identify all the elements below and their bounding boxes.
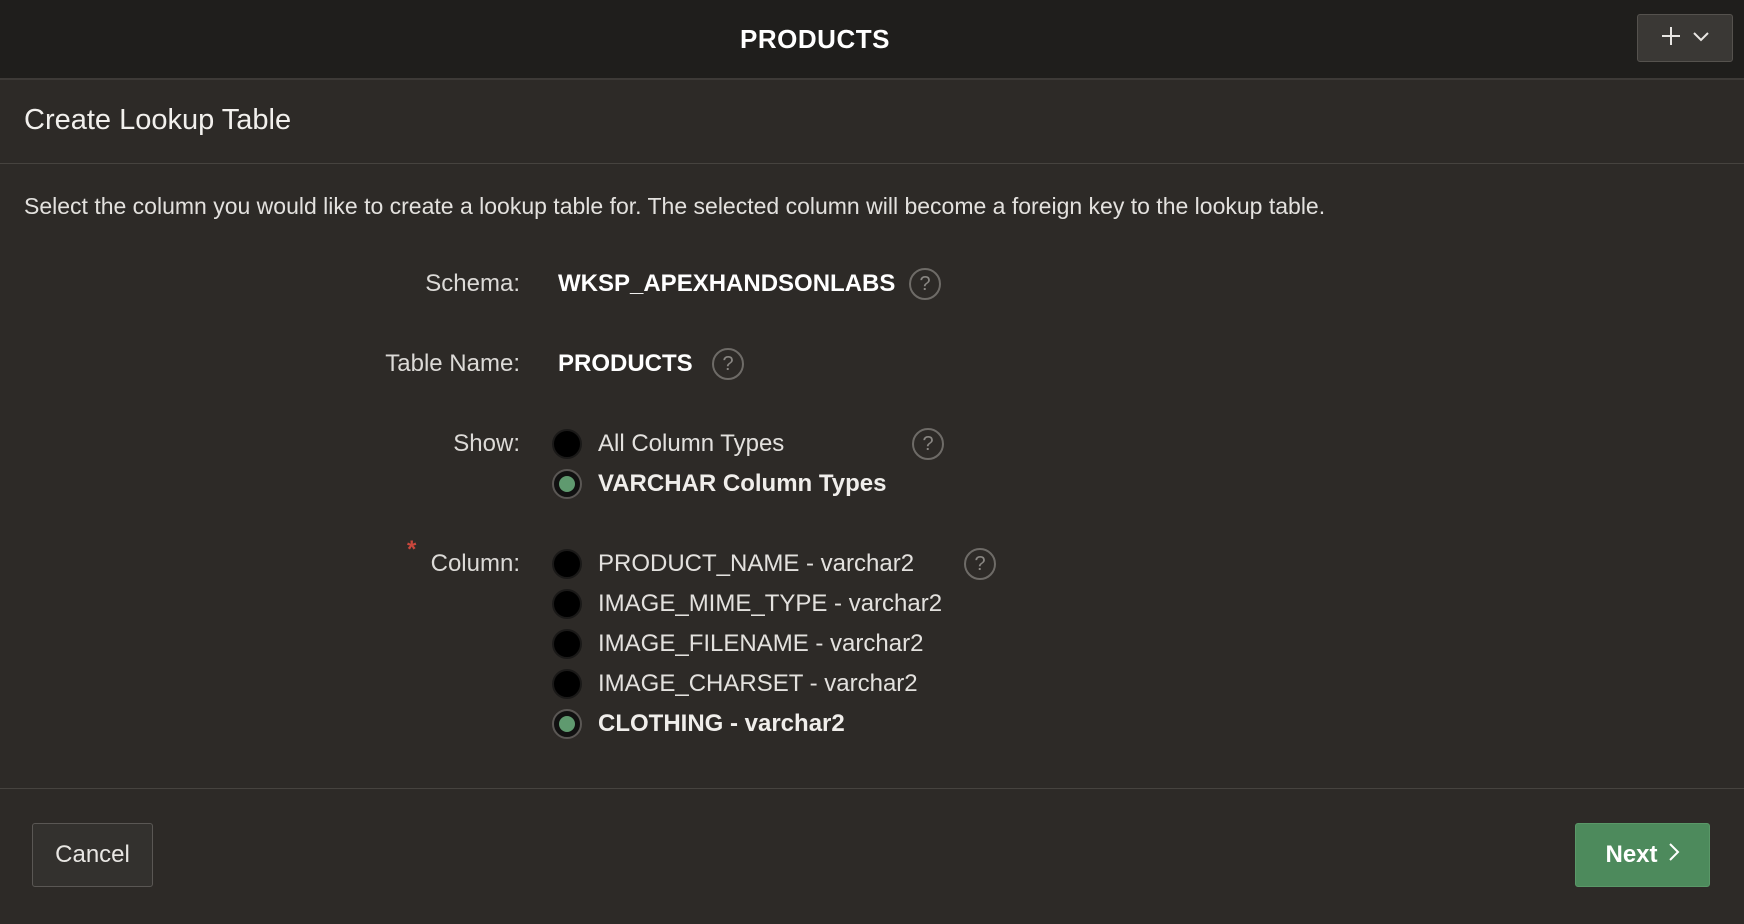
radio-label: CLOTHING - varchar2 [598,710,845,737]
help-glyph: ? [722,352,734,375]
column-option-clothing[interactable]: CLOTHING - varchar2 [552,706,845,742]
radio-label: IMAGE_MIME_TYPE - varchar2 [598,590,943,617]
schema-value: WKSP_APEXHANDSONLABS [558,270,896,297]
radio-button-selected[interactable] [552,709,582,739]
radio-button[interactable] [552,669,582,699]
next-button-label: Next [1605,841,1658,868]
table-name-value: PRODUCTS [558,350,693,377]
radio-button[interactable] [552,429,582,459]
radio-label: VARCHAR Column Types [598,470,887,497]
radio-label: IMAGE_CHARSET - varchar2 [598,670,918,697]
radio-button[interactable] [552,549,582,579]
radio-button-selected[interactable] [552,469,582,499]
instructions-text: Select the column you would like to crea… [24,193,1326,219]
column-option-image-filename[interactable]: IMAGE_FILENAME - varchar2 [552,626,923,662]
radio-button[interactable] [552,629,582,659]
schema-label: Schema: [425,270,520,297]
table-name-help-icon[interactable]: ? [712,348,744,380]
chevron-right-icon [1668,841,1680,869]
help-glyph: ? [922,432,934,455]
column-option-product-name[interactable]: PRODUCT_NAME - varchar2 [552,546,914,582]
help-glyph: ? [974,552,986,575]
plus-icon [1660,25,1682,52]
column-help-icon[interactable]: ? [964,548,996,580]
region-title: Create Lookup Table [24,104,292,136]
cancel-button[interactable]: Cancel [32,823,153,887]
radio-label: IMAGE_FILENAME - varchar2 [598,630,924,657]
add-menu-button[interactable] [1637,14,1733,62]
show-option-varchar-column-types[interactable]: VARCHAR Column Types [552,466,886,502]
page-title: PRODUCTS [740,23,890,54]
top-bar: PRODUCTS [0,0,1744,80]
chevron-down-icon [1692,29,1710,47]
radio-selected-dot [559,716,575,732]
column-label: Column: [430,550,520,577]
radio-selected-dot [559,476,575,492]
region-header: Create Lookup Table [0,80,1744,164]
radio-label: PRODUCT_NAME - varchar2 [598,550,915,577]
radio-label: All Column Types [598,430,785,457]
help-glyph: ? [919,272,931,295]
table-name-label: Table Name: [385,350,520,377]
show-help-icon[interactable]: ? [912,428,944,460]
radio-button[interactable] [552,589,582,619]
show-label: Show: [453,430,520,457]
column-option-image-mime-type[interactable]: IMAGE_MIME_TYPE - varchar2 [552,586,942,622]
next-button[interactable]: Next [1575,823,1710,887]
schema-help-icon[interactable]: ? [909,268,941,300]
column-option-image-charset[interactable]: IMAGE_CHARSET - varchar2 [552,666,918,702]
show-option-all-column-types[interactable]: All Column Types [552,426,784,462]
footer-bar: Cancel Next [0,788,1744,924]
